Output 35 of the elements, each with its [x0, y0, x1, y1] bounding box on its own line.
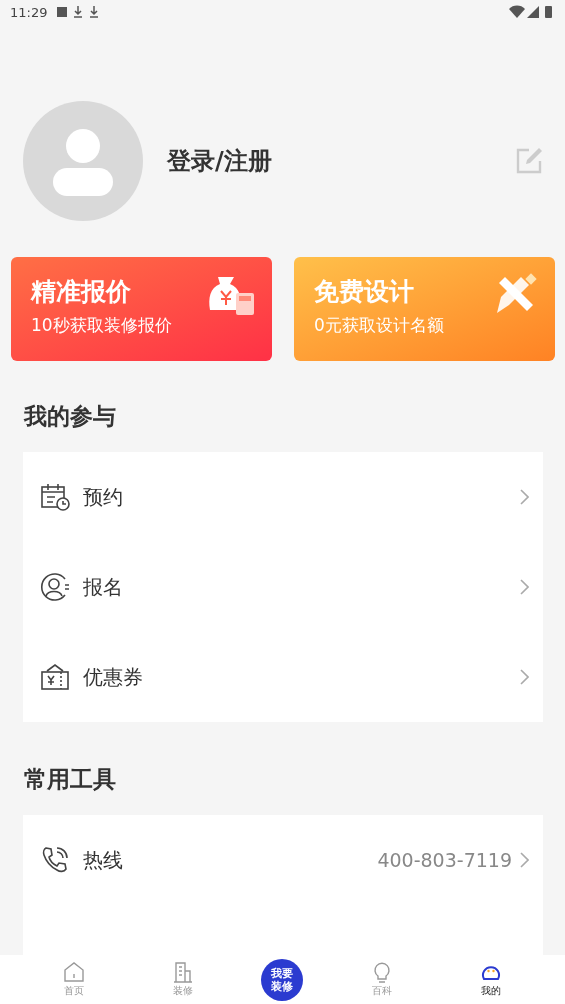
- promo-subtitle: 0元获取设计名额: [314, 314, 444, 337]
- item-label: 热线: [83, 846, 124, 874]
- person-icon: [39, 571, 71, 603]
- section-title: 常用工具: [23, 765, 117, 794]
- chevron-icon: [520, 669, 529, 685]
- status-time: 11:29: [10, 4, 48, 20]
- edit-icon[interactable]: [515, 147, 543, 175]
- nav-tab[interactable]: 我的: [460, 961, 521, 998]
- list-item[interactable]: 报名: [23, 542, 543, 632]
- item-label: 优惠券: [83, 663, 144, 691]
- renovate-button[interactable]: 我要装修: [261, 958, 304, 1001]
- list-item[interactable]: 热线 400-803-7119: [23, 815, 543, 905]
- avatar-placeholder[interactable]: [23, 101, 143, 221]
- nav-label: 首页: [64, 984, 85, 998]
- nav-label: 装修: [172, 984, 193, 998]
- nav-label: 我的: [480, 984, 501, 998]
- coupon-icon: [39, 661, 71, 693]
- promo-title: 精准报价: [31, 276, 131, 308]
- item-label: 报名: [83, 573, 124, 601]
- chevron-icon: [520, 489, 529, 505]
- chevron-icon: [520, 579, 529, 595]
- chevron-icon: [520, 852, 529, 868]
- building-icon: [171, 961, 194, 983]
- item-label: 预约: [83, 483, 124, 511]
- calendar-clock-icon: [39, 481, 71, 513]
- home-icon: [63, 961, 86, 983]
- login-register-link[interactable]: 登录/注册: [167, 145, 515, 177]
- list-item[interactable]: 优惠券: [23, 632, 543, 722]
- promo-subtitle: 10秒获取装修报价: [31, 314, 172, 337]
- list-item[interactable]: 预约: [23, 452, 543, 542]
- item-value: 400-803-7119: [377, 849, 512, 871]
- nav-label: 百科: [372, 984, 393, 998]
- promo-title: 免费设计: [314, 276, 414, 308]
- system-status-icons: [509, 5, 555, 19]
- section-title: 我的参与: [22, 402, 117, 431]
